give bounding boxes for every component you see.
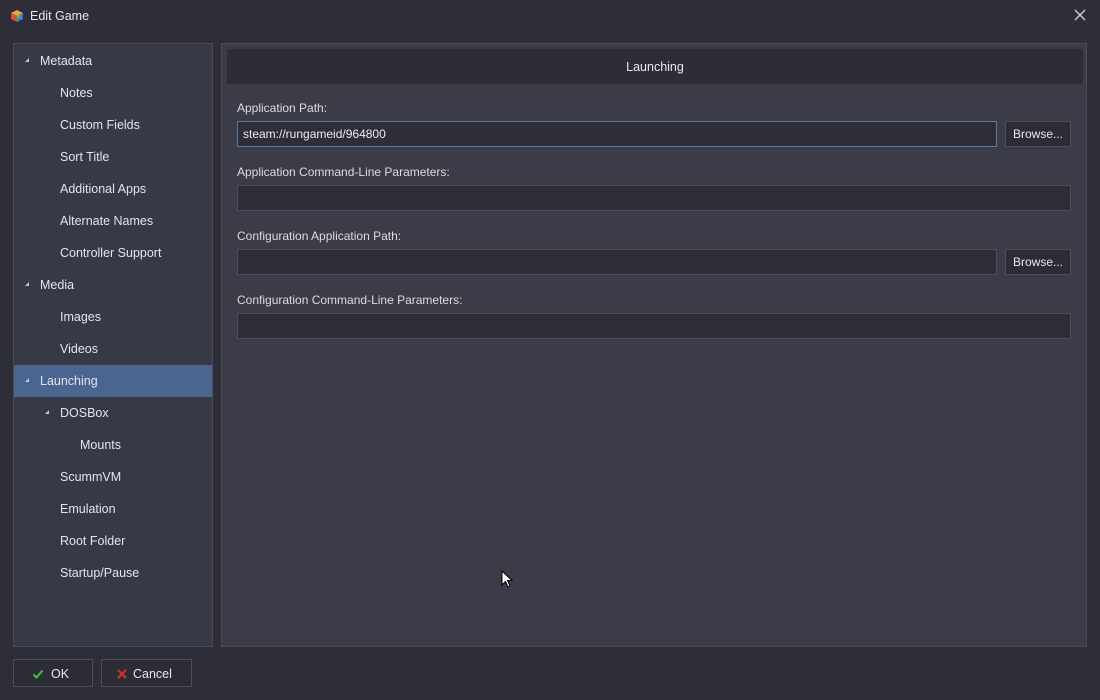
sidebar-item-notes[interactable]: Notes xyxy=(14,77,212,109)
title-bar: Edit Game xyxy=(0,0,1100,32)
sidebar-item-label: Root Folder xyxy=(60,534,126,548)
sidebar-item-sort-title[interactable]: Sort Title xyxy=(14,141,212,173)
sidebar-item-label: Sort Title xyxy=(60,150,110,164)
category-tree: Metadata Notes Custom Fields Sort Title Addi… xyxy=(13,43,213,647)
sidebar-item-dosbox[interactable]: DOSBox xyxy=(14,397,212,429)
edit-game-window: Edit Game Metadata Notes Custom Fields Sort… xyxy=(0,0,1100,700)
panel-header: Launching xyxy=(227,49,1083,84)
sidebar-item-label: Emulation xyxy=(60,502,116,516)
window-title: Edit Game xyxy=(30,9,90,23)
expand-triangle-icon[interactable] xyxy=(45,410,49,414)
application-path-input[interactable] xyxy=(237,121,997,147)
cross-icon xyxy=(116,668,128,680)
sidebar-item-label: Notes xyxy=(60,86,93,100)
sidebar-item-additional-apps[interactable]: Additional Apps xyxy=(14,173,212,205)
sidebar-item-label: Media xyxy=(40,278,75,292)
configuration-path-browse-button[interactable]: Browse... xyxy=(1005,249,1071,275)
sidebar-item-label: Custom Fields xyxy=(60,118,140,132)
ok-label: OK xyxy=(51,667,70,681)
sidebar-item-label: Images xyxy=(60,310,101,324)
application-path-label: Application Path: xyxy=(237,101,328,115)
sidebar-item-metadata[interactable]: Metadata xyxy=(14,45,212,77)
sidebar-item-media[interactable]: Media xyxy=(14,269,212,301)
sidebar-item-label: Startup/Pause xyxy=(60,566,140,580)
sidebar-item-scummvm[interactable]: ScummVM xyxy=(14,461,212,493)
sidebar-item-videos[interactable]: Videos xyxy=(14,333,212,365)
configuration-path-input[interactable] xyxy=(237,249,997,275)
configuration-path-label: Configuration Application Path: xyxy=(237,229,402,243)
configuration-params-label: Configuration Command-Line Parameters: xyxy=(237,293,463,307)
sidebar-item-label: Mounts xyxy=(80,438,121,452)
sidebar-item-label: Alternate Names xyxy=(60,214,154,228)
sidebar-item-label: Videos xyxy=(60,342,98,356)
close-icon xyxy=(1074,9,1086,24)
configuration-params-input[interactable] xyxy=(237,313,1071,339)
sidebar-item-controller-support[interactable]: Controller Support xyxy=(14,237,212,269)
sidebar-item-root-folder[interactable]: Root Folder xyxy=(14,525,212,557)
launching-panel: Launching Application Path: Browse... Ap… xyxy=(221,43,1087,647)
sidebar-item-launching[interactable]: Launching xyxy=(14,365,212,397)
cancel-label: Cancel xyxy=(133,667,172,681)
cancel-button[interactable]: Cancel xyxy=(101,659,192,687)
sidebar-item-custom-fields[interactable]: Custom Fields xyxy=(14,109,212,141)
sidebar-item-label: Launching xyxy=(40,374,98,388)
sidebar-item-label: ScummVM xyxy=(60,470,122,484)
expand-triangle-icon[interactable] xyxy=(25,58,29,62)
sidebar-item-alternate-names[interactable]: Alternate Names xyxy=(14,205,212,237)
sidebar-item-startup-pause[interactable]: Startup/Pause xyxy=(14,557,212,589)
sidebar-item-images[interactable]: Images xyxy=(14,301,212,333)
close-button[interactable] xyxy=(1070,6,1090,26)
sidebar-item-label: DOSBox xyxy=(60,406,109,420)
sidebar-item-label: Metadata xyxy=(40,54,93,68)
sidebar-item-mounts[interactable]: Mounts xyxy=(14,429,212,461)
sidebar-item-label: Additional Apps xyxy=(60,182,147,196)
application-params-label: Application Command-Line Parameters: xyxy=(237,165,450,179)
mouse-cursor-icon xyxy=(501,569,514,588)
expand-triangle-icon[interactable] xyxy=(25,378,29,382)
sidebar-item-label: Controller Support xyxy=(60,246,162,260)
sidebar-item-emulation[interactable]: Emulation xyxy=(14,493,212,525)
application-params-input[interactable] xyxy=(237,185,1071,211)
application-path-browse-button[interactable]: Browse... xyxy=(1005,121,1071,147)
launchbox-cube-icon xyxy=(10,9,24,23)
ok-button[interactable]: OK xyxy=(13,659,93,687)
expand-triangle-icon[interactable] xyxy=(25,282,29,286)
checkmark-icon xyxy=(32,668,44,680)
